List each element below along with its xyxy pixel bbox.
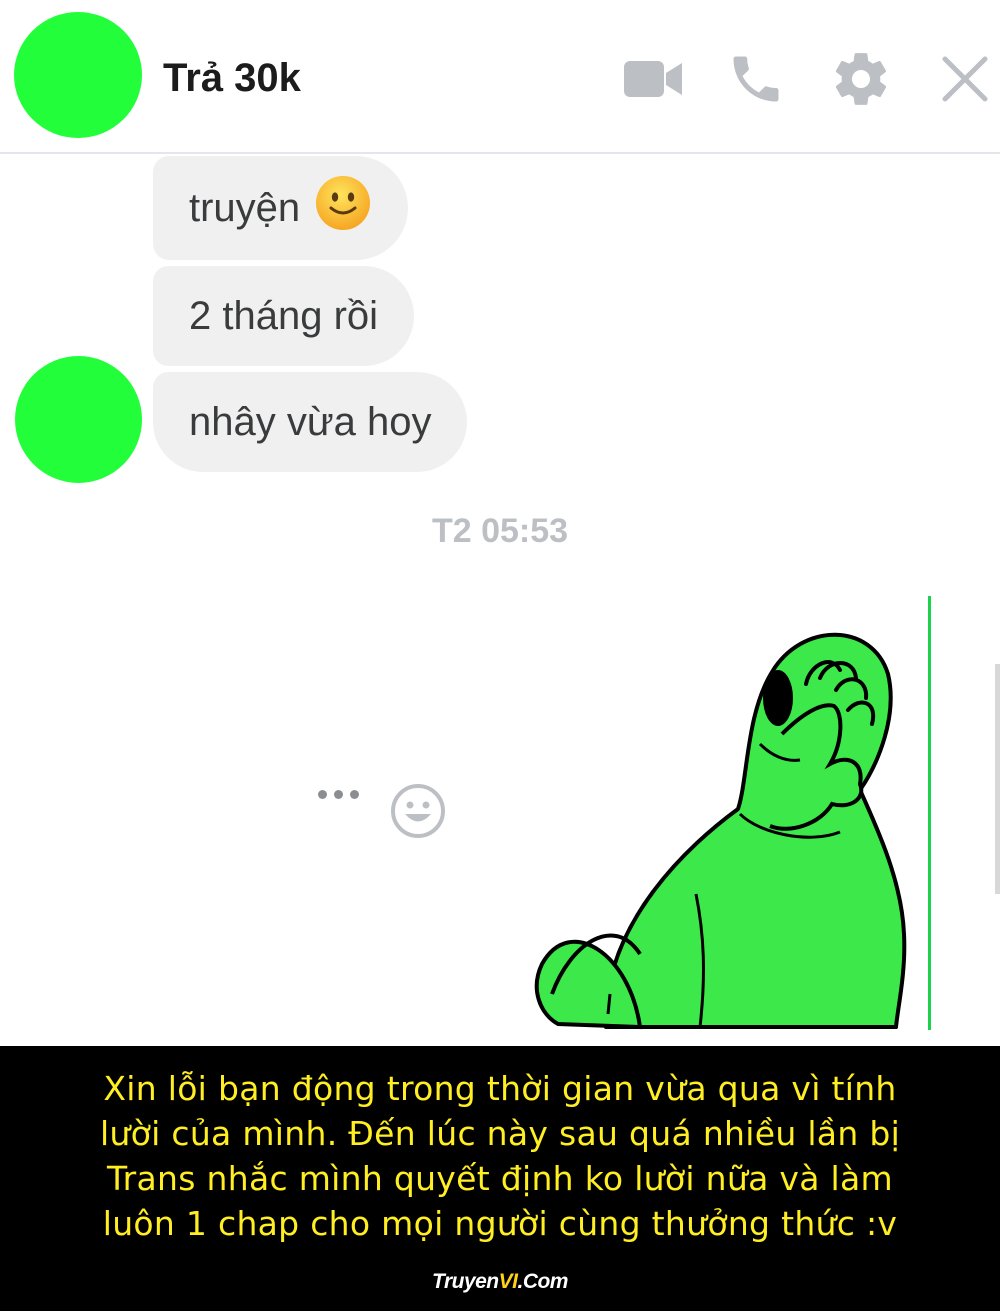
contact-avatar[interactable] bbox=[14, 12, 142, 138]
note-line: lười của mình. Đến lúc này sau quá nhiều… bbox=[99, 1114, 901, 1153]
facepalm-alien-sticker[interactable] bbox=[510, 594, 950, 1034]
slightly-smiling-face-emoji bbox=[314, 174, 372, 243]
message-timestamp: T2 05:53 bbox=[431, 512, 569, 550]
message-bubble[interactable]: truyện bbox=[153, 156, 409, 260]
close-icon[interactable] bbox=[934, 48, 996, 110]
message-text: truyện bbox=[189, 186, 301, 230]
site-logo: TruyenVI.Com bbox=[432, 1270, 568, 1293]
message-thread[interactable]: truyện 2 tháng rồi nhây vừa hoy T2 05:53 bbox=[0, 154, 1000, 1046]
chat-scrollbar[interactable] bbox=[995, 664, 1000, 894]
chat-header: Trả 30k bbox=[0, 0, 1000, 154]
message-text: nhây vừa hoy bbox=[189, 400, 432, 444]
more-options-icon[interactable] bbox=[318, 790, 359, 799]
message-bubble[interactable]: nhây vừa hoy bbox=[153, 372, 468, 472]
video-camera-icon[interactable] bbox=[622, 48, 684, 110]
message-bubble[interactable]: 2 tháng rồi bbox=[153, 266, 415, 366]
note-line: Trans nhắc mình quyết định ko lười nữa v… bbox=[107, 1159, 893, 1198]
sender-avatar[interactable] bbox=[15, 356, 142, 483]
translator-note: Xin lỗi bạn động trong thời gian vừa qua… bbox=[30, 1066, 970, 1246]
gear-icon[interactable] bbox=[830, 48, 892, 110]
translator-note-banner: Xin lỗi bạn động trong thời gian vừa qua… bbox=[0, 1046, 1000, 1311]
phone-icon[interactable] bbox=[725, 48, 787, 110]
note-line: Xin lỗi bạn động trong thời gian vừa qua… bbox=[103, 1069, 897, 1108]
conversation-title[interactable]: Trả 30k bbox=[163, 52, 301, 104]
note-line: luôn 1 chap cho mọi người cùng thưởng th… bbox=[102, 1204, 898, 1243]
message-text: 2 tháng rồi bbox=[189, 294, 379, 338]
sticker-divider bbox=[928, 596, 931, 1030]
reaction-smiley-icon[interactable] bbox=[389, 782, 447, 845]
